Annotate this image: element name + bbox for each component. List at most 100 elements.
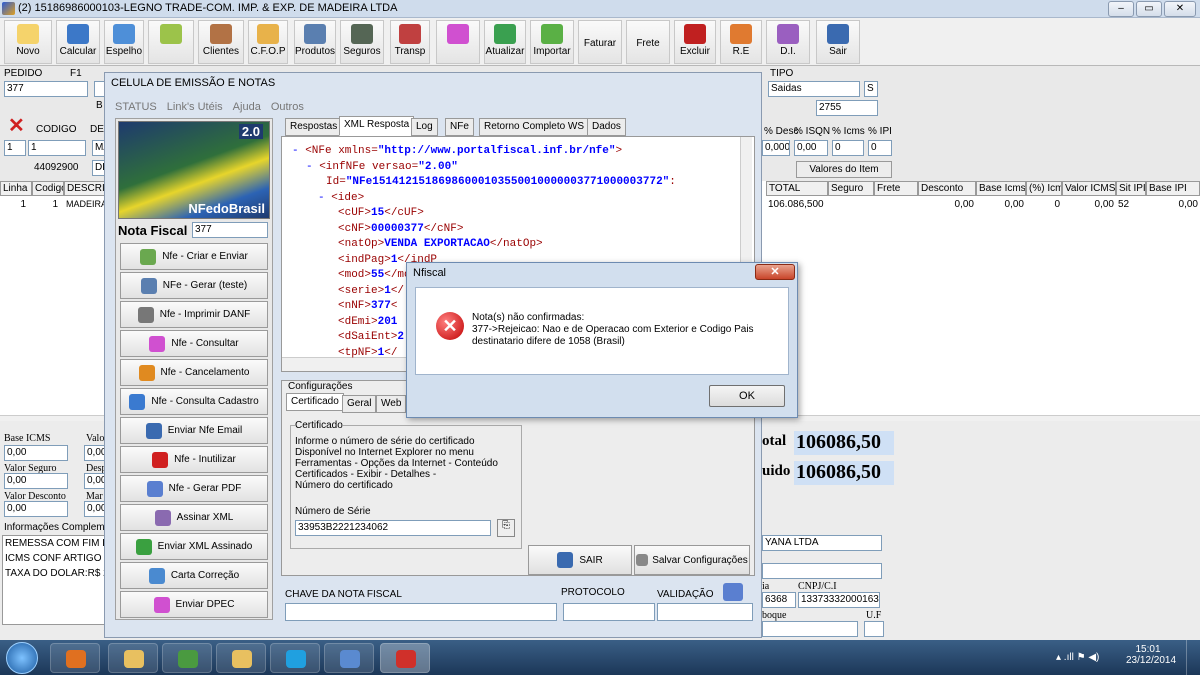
tab-geral[interactable]: Geral (342, 395, 377, 413)
grid-header[interactable]: Base IPI (1146, 181, 1200, 196)
city-field[interactable] (762, 621, 858, 637)
toolbar-button-frete[interactable]: Frete (626, 20, 670, 64)
address-field[interactable] (762, 563, 882, 579)
desp-field[interactable]: 0,00 (84, 473, 106, 489)
menu-ajuda[interactable]: Ajuda (233, 101, 261, 113)
tab-log[interactable]: Log (411, 118, 438, 136)
serie-field[interactable]: 33953B2221234062 (295, 520, 491, 536)
grid-header[interactable]: DESCRI (64, 181, 106, 196)
uf-field[interactable] (864, 621, 884, 637)
toolbar-button-seguros[interactable]: Seguros (340, 20, 384, 64)
taskbar-app-mail[interactable] (324, 643, 374, 673)
clock[interactable]: 15:01 23/12/2014 (1126, 644, 1176, 666)
grid-header[interactable]: Codigo (32, 181, 64, 196)
toolbar-button-excluir[interactable]: Excluir (674, 20, 716, 64)
ie-field[interactable]: 6368 (762, 592, 796, 608)
salvar-config-button[interactable]: Salvar Configurações (634, 545, 750, 575)
grid-header[interactable]: Valor ICMS (1062, 181, 1116, 196)
action-button-nfe-cancelamento[interactable]: Nfe - Cancelamento (120, 359, 268, 386)
close-window-button[interactable]: ✕ (1164, 1, 1196, 17)
transportadora-select[interactable]: YANA LTDA (762, 535, 882, 551)
grid-header[interactable]: (%) Icms (1026, 181, 1062, 196)
codigo-field[interactable]: 1 (4, 140, 26, 156)
valor-seguro-field[interactable]: 0,00 (4, 473, 68, 489)
cnpj-field[interactable]: 13373332000163 (798, 592, 880, 608)
taskbar-app-folder-app[interactable] (216, 643, 266, 673)
tipo-code-field[interactable]: S (864, 81, 878, 97)
taskbar-app-skype[interactable] (270, 643, 320, 673)
tab-nfe[interactable]: NFe (445, 118, 474, 136)
action-button-nfe-consulta-cadastro[interactable]: Nfe - Consulta Cadastro (120, 388, 268, 415)
menu-links[interactable]: Link's Utéis (167, 101, 223, 113)
tab-web[interactable]: Web (376, 395, 407, 413)
action-button-nfe-inutilizar[interactable]: Nfe - Inutilizar (120, 446, 268, 473)
grid-header[interactable]: TOTAL (766, 181, 828, 196)
toolbar-button-r-e[interactable]: R.E (720, 20, 762, 64)
show-desktop-button[interactable] (1186, 640, 1200, 675)
validate-icon[interactable] (723, 583, 743, 601)
code-field[interactable]: 2755 (816, 100, 878, 116)
valores-item-button[interactable]: Valores do Item (796, 161, 892, 178)
taskbar-app-media-player[interactable] (50, 643, 100, 673)
toolbar-button-internet-icon[interactable] (148, 20, 194, 64)
action-button-nfe-gerar-teste-[interactable]: NFe - Gerar (teste) (120, 272, 268, 299)
action-button-assinar-xml[interactable]: Assinar XML (120, 504, 268, 531)
valor-desconto-field[interactable]: 0,00 (4, 501, 68, 517)
modal-close-button[interactable]: ✕ (755, 264, 795, 280)
toolbar-button-produtos[interactable]: Produtos (294, 20, 336, 64)
grid-header[interactable]: Desconto (918, 181, 976, 196)
icms-field[interactable]: 0 (832, 140, 864, 156)
grid-header[interactable]: Sit IPI (1116, 181, 1146, 196)
copy-icon[interactable]: ⎘ (497, 519, 515, 537)
delete-icon[interactable]: ✕ (8, 116, 26, 136)
grid-header[interactable]: Seguro (828, 181, 874, 196)
tab-certificado[interactable]: Certificado (286, 393, 344, 411)
toolbar-button-espelho[interactable]: Espelho (104, 20, 144, 64)
valo-field[interactable]: 0,00 (84, 445, 106, 461)
taskbar-app-explorer[interactable] (108, 643, 158, 673)
toolbar-button-atualizar[interactable]: Atualizar (484, 20, 526, 64)
nota-fiscal-select[interactable]: 377 (192, 222, 268, 238)
tab-xml-resposta[interactable]: XML Resposta (339, 116, 415, 136)
toolbar-button-faturar[interactable]: Faturar (578, 20, 622, 64)
tipo-select[interactable]: Saidas (768, 81, 860, 97)
toolbar-button-importar[interactable]: Importar (530, 20, 574, 64)
grid-header[interactable]: Frete (874, 181, 918, 196)
taskbar-app-chrome[interactable] (162, 643, 212, 673)
action-button-carta-corre-o[interactable]: Carta Correção (120, 562, 268, 589)
codigo-select[interactable]: 1 (28, 140, 86, 156)
toolbar-button-sair[interactable]: Sair (816, 20, 860, 64)
tab-dados[interactable]: Dados (587, 118, 626, 136)
protocolo-field[interactable] (563, 603, 655, 621)
toolbar-button-clientes[interactable]: Clientes (198, 20, 244, 64)
pedido-select[interactable]: 377 (4, 81, 88, 97)
isqn-field[interactable]: 0,00 (794, 140, 828, 156)
taskbar-app-nfe-app[interactable] (380, 643, 430, 673)
tray-icons[interactable]: ▴ .ıll ⚑ ◀) (1056, 652, 1099, 663)
grid-header[interactable]: Linha (0, 181, 32, 196)
toolbar-button-c-f-o-p[interactable]: C.F.O.P (248, 20, 288, 64)
toolbar-button-transp[interactable]: Transp (390, 20, 430, 64)
toolbar-button-novo[interactable]: Novo (4, 20, 52, 64)
grid-header[interactable]: Base Icms (976, 181, 1026, 196)
info-textarea[interactable]: REMESSA COM FIM ES ICMS CONF ARTIGO 3 TA… (2, 535, 116, 625)
mar-field[interactable]: 0,00 (84, 501, 106, 517)
toolbar-button-add-icon[interactable] (436, 20, 480, 64)
maximize-button[interactable]: ▭ (1136, 1, 1162, 17)
chave-field[interactable] (285, 603, 557, 621)
action-button-enviar-nfe-email[interactable]: Enviar Nfe Email (120, 417, 268, 444)
ok-button[interactable]: OK (709, 385, 785, 407)
action-button-enviar-xml-assinado[interactable]: Enviar XML Assinado (120, 533, 268, 560)
desc-field[interactable]: 0,000 (762, 140, 790, 156)
validacao-field[interactable] (657, 603, 753, 621)
menu-status[interactable]: STATUS (115, 101, 157, 113)
toolbar-button-d-i-[interactable]: D.I. (766, 20, 810, 64)
action-button-nfe-gerar-pdf[interactable]: Nfe - Gerar PDF (120, 475, 268, 502)
tab-respostas[interactable]: Respostas (285, 118, 343, 136)
tab-retorno-completo-ws[interactable]: Retorno Completo WS (479, 118, 590, 136)
ipi-field[interactable]: 0 (868, 140, 892, 156)
minimize-button[interactable]: – (1108, 1, 1134, 17)
action-button-nfe-criar-e-enviar[interactable]: Nfe - Criar e Enviar (120, 243, 268, 270)
action-button-enviar-dpec[interactable]: Enviar DPEC (120, 591, 268, 618)
start-button[interactable] (6, 642, 38, 674)
